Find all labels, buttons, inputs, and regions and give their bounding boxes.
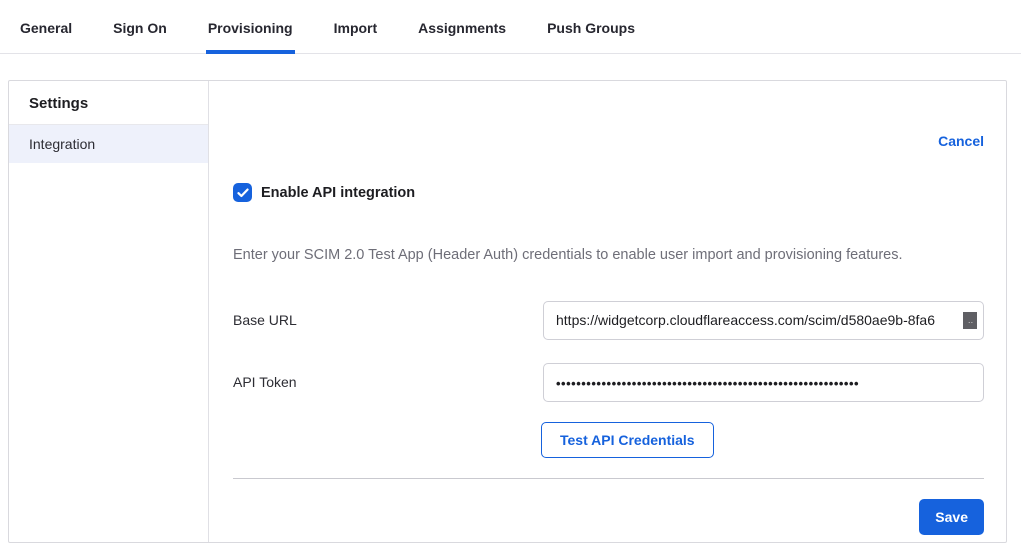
app-tab-bar: General Sign On Provisioning Import Assi… (0, 0, 1021, 54)
enable-api-integration-label: Enable API integration (261, 185, 415, 201)
integration-settings-form: Cancel Enable API integration Enter your… (209, 81, 1007, 542)
base-url-input[interactable] (543, 301, 984, 340)
sidebar-item-integration[interactable]: Integration (9, 125, 208, 163)
tab-sign-on[interactable]: Sign On (111, 20, 169, 54)
api-token-label: API Token (233, 374, 543, 390)
base-url-row: Base URL ‥ (233, 300, 984, 340)
tab-push-groups[interactable]: Push Groups (545, 20, 637, 54)
api-token-input-wrap (543, 363, 984, 402)
enable-api-integration-row: Enable API integration (233, 183, 984, 202)
provisioning-panel: Settings Integration Cancel Enable API i… (8, 80, 1007, 543)
test-credentials-row: Test API Credentials (233, 422, 984, 458)
settings-sidebar: Settings Integration (9, 81, 209, 542)
cancel-button[interactable]: Cancel (938, 133, 984, 149)
footer-divider (233, 478, 984, 479)
test-api-credentials-button[interactable]: Test API Credentials (541, 422, 714, 458)
sidebar-header-settings: Settings (9, 81, 208, 125)
save-button[interactable]: Save (919, 499, 984, 535)
save-row: Save (233, 499, 984, 535)
checkmark-icon (237, 188, 249, 198)
enable-api-integration-checkbox[interactable] (233, 183, 252, 202)
base-url-label: Base URL (233, 312, 543, 328)
api-token-row: API Token (233, 362, 984, 402)
base-url-input-wrap: ‥ (543, 301, 984, 340)
cancel-row: Cancel (233, 133, 984, 151)
api-token-input[interactable] (543, 363, 984, 402)
tab-provisioning[interactable]: Provisioning (206, 20, 295, 54)
tab-assignments[interactable]: Assignments (416, 20, 508, 54)
tab-import[interactable]: Import (332, 20, 380, 54)
credentials-description: Enter your SCIM 2.0 Test App (Header Aut… (233, 247, 984, 263)
tab-general[interactable]: General (18, 20, 74, 54)
